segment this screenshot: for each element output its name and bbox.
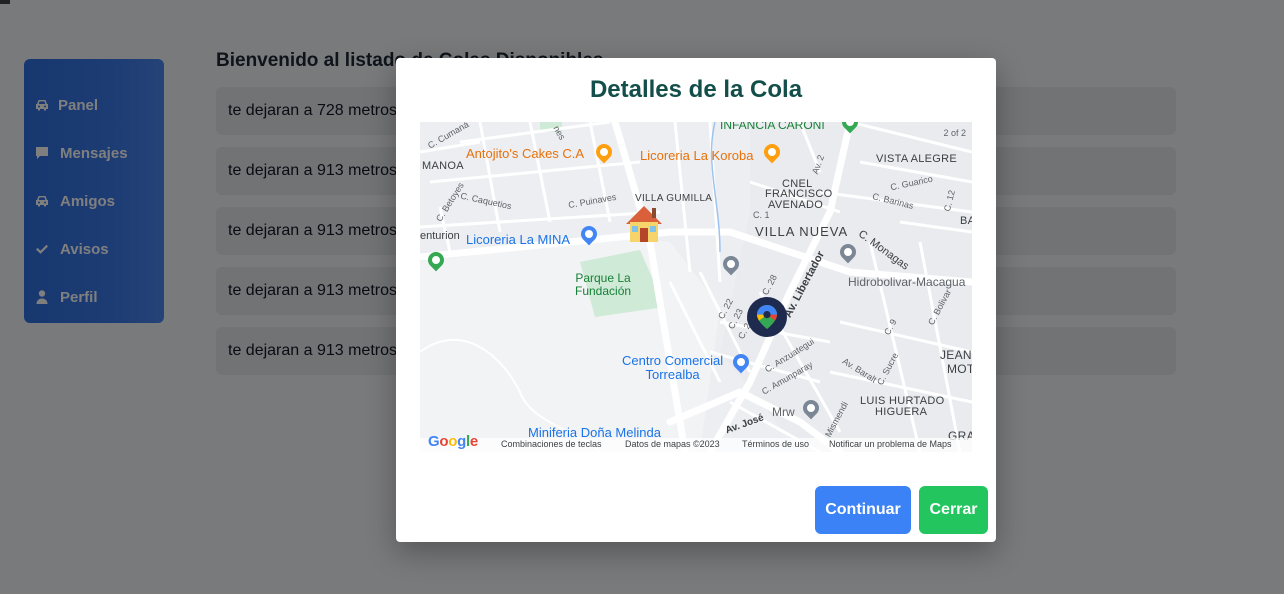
google-logo-letter: e xyxy=(469,433,478,450)
google-logo-letter: o xyxy=(448,433,458,450)
map[interactable]: Antojito's Cakes C.A Licoreria La Koroba… xyxy=(420,122,972,452)
keyboard-shortcuts-link[interactable]: Combinaciones de teclas xyxy=(501,439,602,449)
location-marker-icon[interactable] xyxy=(747,297,787,337)
area-label-ba: BA xyxy=(960,215,972,227)
area-label-villa-gumilla: VILLA GUMILLA xyxy=(635,193,713,204)
area-label-villa-nueva: VILLA NUEVA xyxy=(755,224,849,239)
close-button[interactable]: Cerrar xyxy=(919,486,988,534)
map-label-hidrobolivar: Hidrobolivar-Macagua xyxy=(848,275,966,289)
street-label: enturion xyxy=(420,230,460,242)
map-label-mrw: Mrw xyxy=(772,405,795,419)
house-icon[interactable] xyxy=(624,204,664,244)
map-label-centro: Centro Comercial Torrealba xyxy=(622,353,724,382)
area-label-avenado: AVENADO xyxy=(768,199,824,211)
map-data-text: Datos de mapas ©2023 xyxy=(625,439,720,449)
map-label-koroba: Licoreria La Koroba xyxy=(640,148,754,163)
google-logo-letter: o xyxy=(439,433,449,450)
details-modal: Detalles de la Cola Antojito's Cakes C.A… xyxy=(396,58,996,542)
map-label-mina: Licoreria La MINA xyxy=(466,232,571,247)
google-logo[interactable]: Google xyxy=(428,433,478,450)
area-label-vista-alegre: VISTA ALEGRE xyxy=(876,153,958,165)
street-label: C. 1 xyxy=(753,210,770,220)
map-label-infancia: INFANCIA CARONI xyxy=(720,122,825,132)
map-footer: Combinaciones de teclas Datos de mapas ©… xyxy=(420,438,972,452)
terms-link[interactable]: Términos de uso xyxy=(742,439,809,449)
area-label-mot: MOT xyxy=(947,362,972,376)
area-label-higuera: HIGUERA xyxy=(875,406,928,418)
map-label-parque: Parque La Fundación xyxy=(575,271,632,298)
google-logo-letter: g xyxy=(457,433,466,450)
area-label-manoa: MANOA xyxy=(422,160,464,172)
continue-button[interactable]: Continuar xyxy=(815,486,911,534)
report-problem-link[interactable]: Notificar un problema de Maps xyxy=(829,439,952,449)
map-label-antojitos: Antojito's Cakes C.A xyxy=(466,146,585,161)
area-label-jean: JEAN xyxy=(940,348,972,362)
modal-title: Detalles de la Cola xyxy=(589,76,803,103)
google-logo-letter: G xyxy=(428,433,440,450)
map-page-indicator: 2 of 2 xyxy=(943,128,966,138)
